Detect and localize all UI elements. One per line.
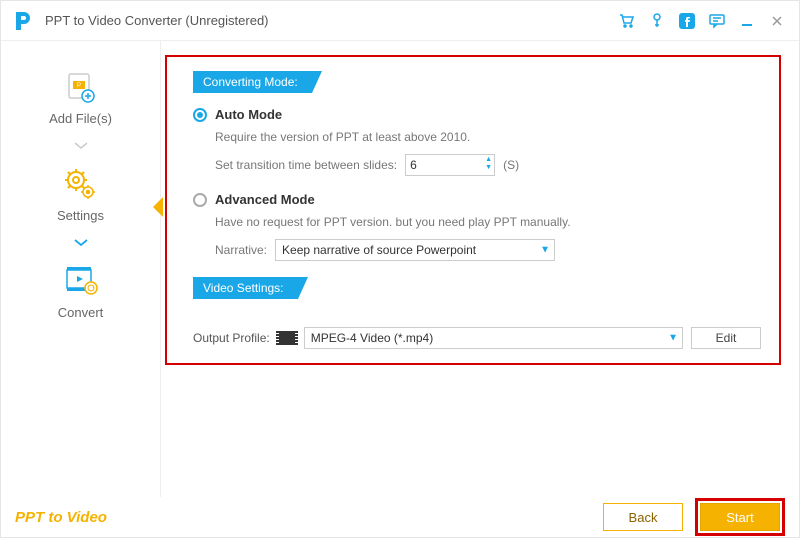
- caret-down-icon: ▼: [540, 245, 550, 256]
- cart-icon[interactable]: [617, 11, 637, 31]
- caret-down-icon: ▼: [668, 333, 678, 344]
- convert-icon: [63, 263, 99, 299]
- footer: PPT to Video Back Start: [1, 497, 799, 537]
- chevron-down-icon: [73, 229, 89, 257]
- add-file-icon: P: [62, 69, 98, 105]
- transition-unit: (S): [503, 158, 519, 172]
- output-label: Output Profile:: [193, 331, 270, 345]
- titlebar: PPT to Video Converter (Unregistered): [1, 1, 799, 41]
- advanced-mode-group: Advanced Mode Have no request for PPT ve…: [193, 192, 761, 261]
- main-area: P Add File(s) Settings Convert: [1, 41, 799, 497]
- film-icon: [278, 331, 296, 345]
- transition-value: 6: [410, 158, 417, 172]
- transition-row: Set transition time between slides: 6 ▲▼…: [215, 154, 761, 176]
- radio-advanced-mode[interactable]: Advanced Mode: [193, 192, 761, 207]
- settings-panel: Converting Mode: Auto Mode Require the v…: [165, 55, 781, 365]
- edit-label: Edit: [716, 331, 737, 345]
- narrative-value: Keep narrative of source Powerpoint: [282, 243, 476, 257]
- sidebar-item-add-files[interactable]: P Add File(s): [49, 69, 112, 126]
- close-icon[interactable]: [767, 11, 787, 31]
- radio-unchecked-icon: [193, 193, 207, 207]
- radio-auto-mode[interactable]: Auto Mode: [193, 107, 761, 122]
- start-highlight: Start: [695, 498, 785, 536]
- window-title: PPT to Video Converter (Unregistered): [45, 13, 269, 28]
- brand-text: PPT to Video: [15, 509, 107, 526]
- radio-label: Advanced Mode: [215, 192, 315, 207]
- transition-time-input[interactable]: 6 ▲▼: [405, 154, 495, 176]
- auto-mode-group: Auto Mode Require the version of PPT at …: [193, 107, 761, 176]
- sidebar-item-settings[interactable]: Settings: [57, 166, 104, 223]
- sidebar: P Add File(s) Settings Convert: [1, 41, 161, 497]
- minimize-icon[interactable]: [737, 11, 757, 31]
- svg-text:P: P: [77, 83, 81, 89]
- feedback-icon[interactable]: [707, 11, 727, 31]
- key-icon[interactable]: [647, 11, 667, 31]
- sidebar-item-label: Convert: [58, 305, 104, 320]
- sidebar-item-label: Add File(s): [49, 111, 112, 126]
- section-video-settings: Video Settings:: [193, 277, 298, 299]
- app-window: PPT to Video Converter (Unregistered) P …: [0, 0, 800, 538]
- sidebar-item-label: Settings: [57, 208, 104, 223]
- advanced-mode-desc: Have no request for PPT version. but you…: [215, 213, 761, 231]
- radio-checked-icon: [193, 108, 207, 122]
- output-row: Output Profile: MPEG-4 Video (*.mp4) ▼ E…: [193, 327, 761, 349]
- auto-mode-desc: Require the version of PPT at least abov…: [215, 128, 761, 146]
- active-indicator-icon: [153, 197, 163, 217]
- gear-icon: [62, 166, 98, 202]
- section-converting-mode: Converting Mode:: [193, 71, 312, 93]
- narrative-row: Narrative: Keep narrative of source Powe…: [215, 239, 761, 261]
- radio-label: Auto Mode: [215, 107, 282, 122]
- edit-button[interactable]: Edit: [691, 327, 761, 349]
- chevron-down-icon: [73, 132, 89, 160]
- app-logo-icon: [13, 10, 35, 32]
- output-value: MPEG-4 Video (*.mp4): [311, 331, 434, 345]
- start-label: Start: [726, 510, 753, 525]
- spinner-icon[interactable]: ▲▼: [485, 156, 492, 172]
- narrative-select[interactable]: Keep narrative of source Powerpoint ▼: [275, 239, 555, 261]
- narrative-label: Narrative:: [215, 243, 267, 257]
- content-wrap: Converting Mode: Auto Mode Require the v…: [161, 41, 799, 497]
- transition-label: Set transition time between slides:: [215, 158, 397, 172]
- sidebar-item-convert[interactable]: Convert: [58, 263, 104, 320]
- facebook-icon[interactable]: [677, 11, 697, 31]
- output-profile-select[interactable]: MPEG-4 Video (*.mp4) ▼: [304, 327, 683, 349]
- back-button[interactable]: Back: [603, 503, 683, 531]
- back-label: Back: [629, 510, 658, 525]
- start-button[interactable]: Start: [700, 503, 780, 531]
